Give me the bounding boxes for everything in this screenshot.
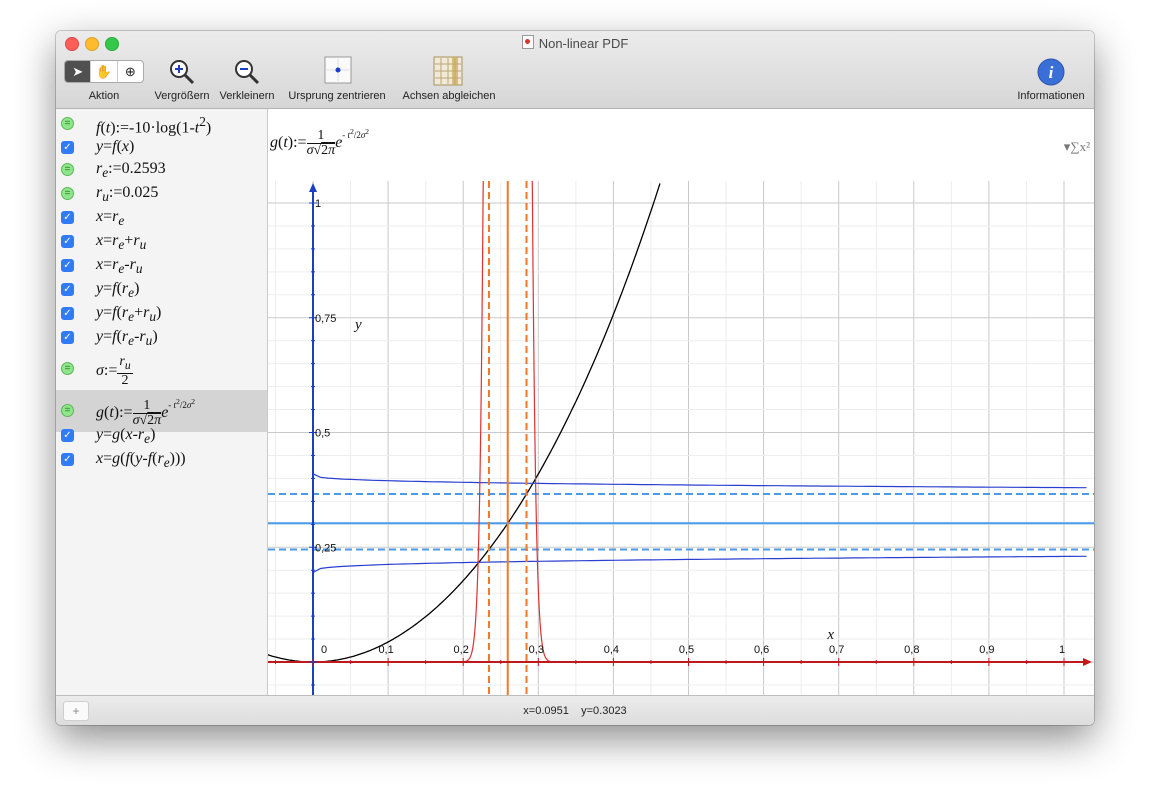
x-tick-label: 0,3 (529, 644, 544, 656)
formula-expression: y=f(re) (96, 280, 140, 301)
formula-expression: y=f(x) (96, 138, 135, 155)
formula-row[interactable]: ✓ y=f(re+ru) (56, 302, 267, 326)
action-tool-group: ➤ ✋ ⊕ Aktion (56, 31, 152, 108)
y-tick-label: 0,75 (315, 313, 336, 325)
y-axis-label: y (353, 317, 362, 333)
info-label: Informationen (1017, 90, 1085, 102)
plot-canvas[interactable]: 0 0,1 0,2 0,3 0,4 0,5 0,6 0,7 0,8 0,9 1 0,25 0,5 0,75… (268, 181, 1094, 695)
match-axes-button[interactable]: Achsen abgleichen (394, 31, 504, 108)
x-tick-label: 0,8 (904, 644, 919, 656)
formula-expression: y=f(re+ru) (96, 304, 162, 325)
cursor-x: x=0.0951 (523, 705, 569, 717)
sigma-toggle[interactable]: ▾∑x² (1064, 139, 1090, 155)
formula-expression: y=g(x-re) (96, 426, 156, 447)
formula-row[interactable]: ✓ y=g(x-re) (56, 424, 267, 448)
zoom-tool-button[interactable]: ⊕ (118, 61, 143, 82)
zoom-in-label: Vergrößern (154, 90, 210, 102)
zoom-out-label: Verkleinern (219, 90, 275, 102)
y-tick-label: 1 (315, 198, 321, 210)
y-tick-label: 0,5 (315, 428, 330, 440)
hand-tool-button[interactable]: ✋ (91, 61, 118, 82)
zoom-in-button[interactable]: Vergrößern (150, 31, 214, 108)
center-origin-icon (324, 56, 352, 84)
visibility-checkbox[interactable]: ✓ (61, 235, 74, 248)
x-tick-label: 0,5 (679, 644, 694, 656)
formula-expression: re:=0.2593 (96, 160, 166, 181)
formula-row[interactable]: = σ:= ru 2 (56, 353, 267, 388)
action-label: Aktion (88, 90, 120, 102)
definition-badge: = (61, 163, 74, 176)
match-axes-label: Achsen abgleichen (402, 90, 496, 102)
formula-row[interactable]: ✓ x=re-ru (56, 254, 267, 278)
x-axis-arrow (1083, 658, 1092, 666)
formula-expression: σ:= ru 2 (96, 354, 133, 388)
formula-expression: ru:=0.025 (96, 184, 159, 205)
visibility-checkbox[interactable]: ✓ (61, 283, 74, 296)
definition-badge: = (61, 117, 74, 130)
action-segmented-control[interactable]: ➤ ✋ ⊕ (64, 60, 144, 83)
svg-text:i: i (1049, 63, 1054, 82)
zoom-out-button[interactable]: Verkleinern (214, 31, 280, 108)
visibility-checkbox[interactable]: ✓ (61, 141, 74, 154)
center-origin-button[interactable]: Ursprung zentrieren (282, 31, 392, 108)
definition-badge: = (61, 187, 74, 200)
document-icon (521, 35, 534, 49)
y-tick-label: 0,25 (315, 542, 336, 554)
zoom-in-icon (170, 60, 195, 85)
formula-expression: x=re+ru (96, 232, 147, 253)
definition-badge: = (61, 362, 74, 375)
formula-expression: f(t):=-10·log(1-t2) (96, 114, 212, 137)
formula-row[interactable]: ✓ x=g(f(y-f(re))) (56, 448, 267, 472)
y-axis-arrow (309, 183, 317, 192)
formula-row[interactable]: = re:=0.2593 (56, 158, 267, 182)
x-tick-label: 0,9 (979, 644, 994, 656)
curve-inverse-upper (312, 473, 1087, 489)
formula-row[interactable]: = ru:=0.025 (56, 182, 267, 206)
formula-list: = f(t):=-10·log(1-t2) ✓ y=f(x) = re:=0.2593 = r… (56, 109, 268, 695)
visibility-checkbox[interactable]: ✓ (61, 211, 74, 224)
formula-row[interactable]: ✓ x=re+ru (56, 230, 267, 254)
x-axis-label: x (826, 627, 834, 643)
formula-expression: x=re-ru (96, 256, 143, 277)
x-tick-label: 0,6 (754, 644, 769, 656)
app-window: Non-linear PDF ➤ ✋ ⊕ Aktion Vergrößern V… (56, 31, 1094, 725)
x-tick-label: 0,1 (378, 644, 393, 656)
info-icon: i (1037, 58, 1065, 86)
formula-display: g(t):= 1 σ√2π e- t2/2σ2 (270, 127, 370, 158)
curve-f (268, 183, 661, 663)
formula-row[interactable]: ✓ y=f(re) (56, 278, 267, 302)
x-tick-label: 0,2 (454, 644, 469, 656)
definition-badge: = (61, 404, 74, 417)
visibility-checkbox[interactable]: ✓ (61, 453, 74, 466)
visibility-checkbox[interactable]: ✓ (61, 429, 74, 442)
match-axes-icon (433, 56, 463, 86)
formula-row[interactable]: = f(t):=-10·log(1-t2) (56, 112, 267, 136)
x-tick-label: 1 (1059, 644, 1065, 656)
x-tick-label: 0,7 (829, 644, 844, 656)
toolbar: Non-linear PDF ➤ ✋ ⊕ Aktion Vergrößern V… (56, 31, 1094, 109)
info-button[interactable]: i Informationen (1008, 31, 1094, 108)
visibility-checkbox[interactable]: ✓ (61, 259, 74, 272)
cursor-y: y=0.3023 (581, 705, 627, 717)
formula-row[interactable]: ✓ y=f(x) (56, 136, 267, 160)
formula-row[interactable]: ✓ x=re (56, 206, 267, 230)
cursor-coordinates: x=0.0951 y=0.3023 (56, 705, 1094, 717)
formula-expression: y=f(re-ru) (96, 328, 158, 349)
x-tick-label: 0,4 (604, 644, 619, 656)
zoom-out-icon (235, 60, 260, 85)
center-origin-label: Ursprung zentrieren (288, 90, 386, 102)
formula-row[interactable]: ✓ y=f(re-ru) (56, 326, 267, 350)
visibility-checkbox[interactable]: ✓ (61, 331, 74, 344)
formula-expression: x=g(f(y-f(re))) (96, 450, 186, 471)
pointer-tool-button[interactable]: ➤ (65, 61, 92, 82)
x-tick-label: 0 (321, 644, 327, 656)
formula-expression: x=re (96, 208, 125, 229)
status-bar: + x=0.0951 y=0.3023 (56, 695, 1094, 725)
graph-area: g(t):= 1 σ√2π e- t2/2σ2 ▾∑x² 0 0,1 0,2 0,3 0,4 0… (268, 109, 1094, 695)
visibility-checkbox[interactable]: ✓ (61, 307, 74, 320)
